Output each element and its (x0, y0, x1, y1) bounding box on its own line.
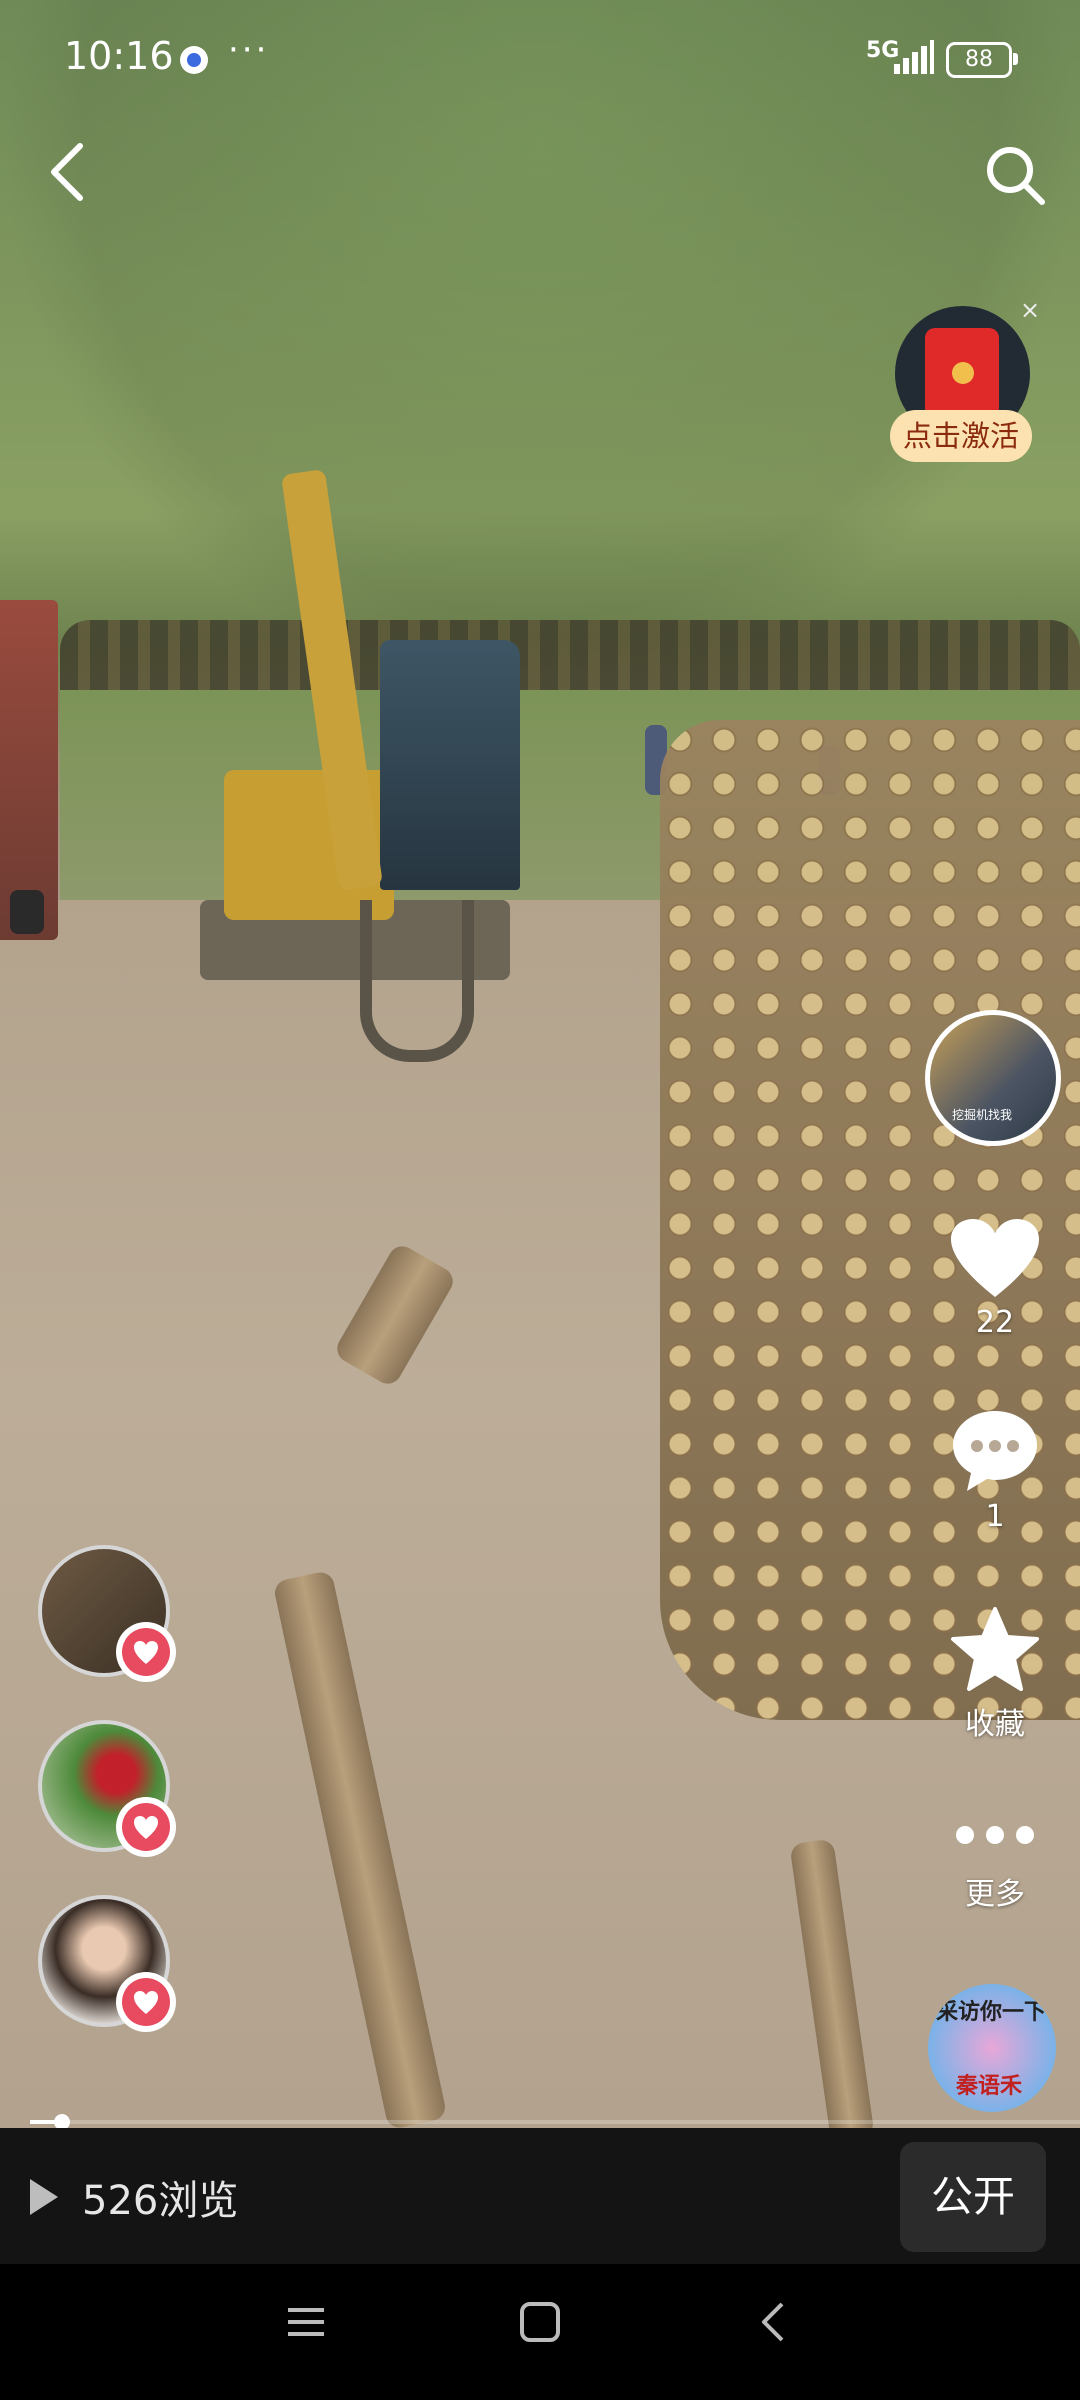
chevron-left-icon (51, 143, 83, 201)
favorite-button[interactable]: 收藏 (940, 1605, 1050, 1743)
public-button[interactable]: 公开 (900, 2142, 1046, 2252)
excavator (200, 468, 520, 1070)
search-button[interactable] (980, 140, 1050, 210)
video-progress-bar[interactable] (30, 2114, 1080, 2130)
recent-apps-button[interactable] (284, 2300, 328, 2348)
heart-badge-icon (116, 1972, 176, 2032)
music-disc-artist: 秦语禾 (956, 2074, 1023, 2099)
like-button[interactable]: 22 (940, 1215, 1050, 1340)
heart-badge-icon (116, 1622, 176, 1682)
home-button[interactable] (518, 2300, 562, 2348)
play-icon (30, 2179, 58, 2215)
avatar-caption: 挖掘机找我 (952, 1108, 1013, 1122)
excavator-claw (360, 900, 474, 1062)
view-count: 526浏览 (30, 2168, 238, 2226)
system-back-button[interactable] (752, 2300, 796, 2348)
author-avatar[interactable]: 挖掘机找我 (925, 1010, 1061, 1146)
home-square-icon (520, 2302, 560, 2342)
more-button[interactable]: 更多 (940, 1815, 1050, 1913)
battery-icon: 88 (946, 42, 1018, 78)
status-more: ··· (228, 30, 270, 70)
back-triangle-icon (762, 2302, 784, 2342)
excavator-cab (380, 640, 520, 890)
red-envelope-icon (925, 328, 999, 418)
more-dots-icon (956, 1826, 1034, 1844)
star-icon (951, 1607, 1039, 1691)
comment-count: 1 (985, 1499, 1005, 1534)
truck-wheel (10, 890, 44, 934)
status-time: 10:16 (64, 34, 174, 78)
search-icon (987, 147, 1045, 205)
back-button[interactable] (40, 132, 100, 212)
status-bar: 10:16 ··· 5G 88 (0, 0, 1080, 118)
music-disc-text: 采访你一下 (936, 2000, 1047, 2025)
heart-icon (951, 1219, 1039, 1297)
music-disc[interactable]: 采访你一下 秦语禾 (928, 1984, 1056, 2112)
favorite-label: 收藏 (965, 1707, 1025, 1742)
promo-activate-label[interactable]: 点击激活 (890, 410, 1032, 462)
more-label: 更多 (965, 1877, 1025, 1912)
signal-icon (894, 40, 934, 74)
promo-close-button[interactable]: × (1020, 296, 1040, 324)
comment-icon (953, 1411, 1037, 1491)
truck (0, 600, 58, 940)
heart-badge-icon (116, 1797, 176, 1857)
view-count-text: 526浏览 (82, 2178, 239, 2224)
menu-icon (288, 2308, 324, 2336)
like-count: 22 (975, 1305, 1015, 1340)
location-icon (180, 46, 208, 74)
comment-button[interactable]: 1 (940, 1405, 1050, 1534)
